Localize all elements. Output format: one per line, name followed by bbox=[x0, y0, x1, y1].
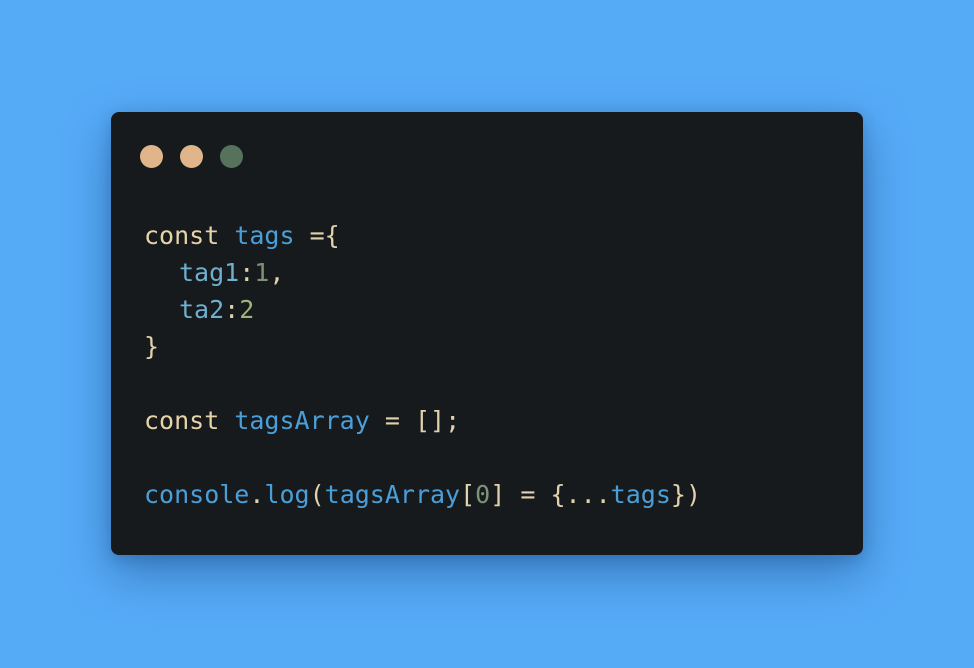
punctuation: = []; bbox=[384, 406, 461, 435]
punctuation: . bbox=[249, 480, 265, 509]
number-literal: 0 bbox=[475, 480, 491, 509]
property-key: tag1 bbox=[179, 258, 240, 287]
identifier: console bbox=[144, 480, 250, 509]
minimize-dot-icon[interactable] bbox=[180, 145, 203, 168]
code-line-4: } bbox=[144, 328, 701, 365]
punctuation: ={ bbox=[309, 221, 340, 250]
maximize-dot-icon[interactable] bbox=[220, 145, 243, 168]
punctuation: } bbox=[144, 332, 160, 361]
identifier: tags bbox=[234, 221, 295, 250]
punctuation: : bbox=[239, 258, 255, 287]
punctuation: ( bbox=[309, 480, 325, 509]
code-line-8: console.log(tagsArray[0] = {...tags}) bbox=[144, 476, 701, 513]
function-name: log bbox=[264, 480, 310, 509]
punctuation: , bbox=[269, 258, 285, 287]
punctuation: }) bbox=[670, 480, 701, 509]
code-line-1: const tags ={ bbox=[144, 217, 701, 254]
close-dot-icon[interactable] bbox=[140, 145, 163, 168]
punctuation: = { bbox=[505, 480, 566, 509]
number-literal: 1 bbox=[254, 258, 270, 287]
punctuation: [ bbox=[460, 480, 476, 509]
identifier: tags bbox=[610, 480, 671, 509]
spread-operator: ... bbox=[565, 480, 611, 509]
punctuation: ] bbox=[490, 480, 506, 509]
keyword: const bbox=[144, 221, 220, 250]
property-key: ta2 bbox=[179, 295, 225, 324]
number-literal: 2 bbox=[239, 295, 255, 324]
identifier: tagsArray bbox=[324, 480, 461, 509]
code-line-6: const tagsArray = []; bbox=[144, 402, 701, 439]
window-controls bbox=[140, 145, 243, 168]
code-block: const tags ={tag1:1, ta2:2} const tagsArra… bbox=[144, 217, 701, 513]
keyword: const bbox=[144, 406, 220, 435]
code-line-3: ta2:2 bbox=[144, 291, 701, 328]
punctuation: : bbox=[224, 295, 240, 324]
identifier: tagsArray bbox=[234, 406, 370, 435]
code-window: const tags ={tag1:1, ta2:2} const tagsArra… bbox=[111, 112, 863, 555]
code-line-2: tag1:1, bbox=[144, 254, 701, 291]
